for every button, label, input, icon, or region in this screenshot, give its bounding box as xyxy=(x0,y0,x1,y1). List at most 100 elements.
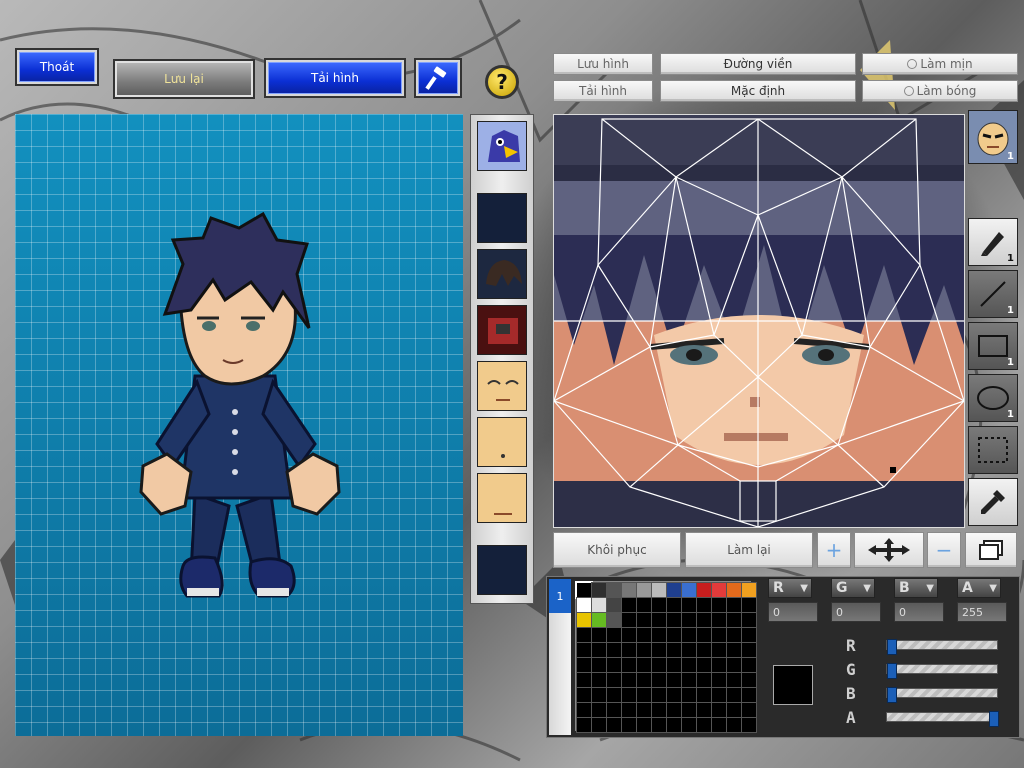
palette-swatch[interactable] xyxy=(606,612,622,628)
palette-swatch[interactable] xyxy=(591,582,607,598)
pen-tool-button[interactable]: 1 xyxy=(968,218,1018,266)
palette-swatch[interactable] xyxy=(576,702,592,718)
palette-swatch[interactable] xyxy=(591,597,607,613)
thumb-outfit[interactable] xyxy=(477,305,527,355)
thumb-face-2[interactable] xyxy=(477,417,527,467)
palette-swatch[interactable] xyxy=(591,687,607,703)
window-button[interactable] xyxy=(965,532,1017,568)
palette-swatch[interactable] xyxy=(636,642,652,658)
palette-swatch[interactable] xyxy=(681,627,697,643)
palette-swatch[interactable] xyxy=(636,672,652,688)
character-preview-canvas[interactable] xyxy=(15,114,463,736)
palette-swatch[interactable] xyxy=(576,687,592,703)
palette-swatch[interactable] xyxy=(651,612,667,628)
palette-swatch[interactable] xyxy=(711,687,727,703)
palette-swatch[interactable] xyxy=(696,657,712,673)
palette-swatch[interactable] xyxy=(576,597,592,613)
thumb-face-3[interactable] xyxy=(477,473,527,523)
palette-swatch[interactable] xyxy=(741,657,757,673)
palette-swatch[interactable] xyxy=(621,687,637,703)
slider-a[interactable] xyxy=(886,711,999,727)
default-button[interactable]: Mặc định xyxy=(660,80,856,102)
palette-swatch[interactable] xyxy=(591,717,607,733)
palette-swatch[interactable] xyxy=(591,627,607,643)
palette-swatch[interactable] xyxy=(666,612,682,628)
palette-swatch[interactable] xyxy=(576,657,592,673)
palette-swatch[interactable] xyxy=(666,702,682,718)
palette-swatch[interactable] xyxy=(741,642,757,658)
load-image-button[interactable]: Tải hình xyxy=(264,58,406,98)
palette-swatch[interactable] xyxy=(681,597,697,613)
redo-button[interactable]: Làm lại xyxy=(685,532,813,568)
thumb-avatar[interactable] xyxy=(477,121,527,171)
outline-button[interactable]: Đường viền xyxy=(660,53,856,75)
palette-swatch[interactable] xyxy=(651,672,667,688)
texture-tab-face[interactable]: 1 xyxy=(968,110,1018,164)
palette-swatch[interactable] xyxy=(681,717,697,733)
slider-b-thumb[interactable] xyxy=(887,687,897,703)
slider-g-thumb[interactable] xyxy=(887,663,897,679)
palette-swatch[interactable] xyxy=(666,642,682,658)
palette-swatch[interactable] xyxy=(621,612,637,628)
palette-swatch[interactable] xyxy=(621,642,637,658)
palette-swatch[interactable] xyxy=(606,582,622,598)
palette-swatch[interactable] xyxy=(606,687,622,703)
palette-swatch[interactable] xyxy=(576,672,592,688)
ellipse-tool-button[interactable]: 1 xyxy=(968,374,1018,422)
palette-swatch[interactable] xyxy=(711,597,727,613)
palette-swatch[interactable] xyxy=(741,687,757,703)
zoom-in-button[interactable]: + xyxy=(817,532,851,568)
palette-swatch[interactable] xyxy=(726,627,742,643)
palette-swatch[interactable] xyxy=(576,717,592,733)
channel-a-header[interactable]: A ▼ xyxy=(957,578,1001,598)
channel-g-value[interactable]: 0 xyxy=(831,602,881,622)
palette-swatch[interactable] xyxy=(606,702,622,718)
rectangle-tool-button[interactable]: 1 xyxy=(968,322,1018,370)
palette-swatch[interactable] xyxy=(651,627,667,643)
palette-swatch[interactable] xyxy=(711,642,727,658)
palette-swatch[interactable] xyxy=(726,687,742,703)
thumb-hair[interactable] xyxy=(477,249,527,299)
shade-option[interactable]: Làm bóng xyxy=(862,80,1018,102)
channel-b-header[interactable]: B ▼ xyxy=(894,578,938,598)
channel-b-value[interactable]: 0 xyxy=(894,602,944,622)
palette-swatch[interactable] xyxy=(621,597,637,613)
palette-swatch[interactable] xyxy=(591,657,607,673)
palette-swatch[interactable] xyxy=(696,627,712,643)
restore-button[interactable]: Khôi phục xyxy=(553,532,681,568)
palette-swatch[interactable] xyxy=(681,657,697,673)
palette-swatch[interactable] xyxy=(711,702,727,718)
save-image-button[interactable]: Lưu hình xyxy=(553,53,653,75)
palette-swatch[interactable] xyxy=(575,581,593,599)
palette-swatch[interactable] xyxy=(726,702,742,718)
palette-swatch[interactable] xyxy=(711,582,727,598)
palette-swatch[interactable] xyxy=(681,672,697,688)
palette-swatch[interactable] xyxy=(621,582,637,598)
pan-button[interactable] xyxy=(854,532,924,568)
palette-swatch[interactable] xyxy=(726,717,742,733)
palette-swatch[interactable] xyxy=(666,717,682,733)
palette-swatch[interactable] xyxy=(696,672,712,688)
palette-swatch[interactable] xyxy=(681,612,697,628)
palette-swatch[interactable] xyxy=(666,597,682,613)
palette-swatch[interactable] xyxy=(726,672,742,688)
palette-swatch[interactable] xyxy=(651,597,667,613)
palette-swatch[interactable] xyxy=(726,642,742,658)
slider-b[interactable] xyxy=(886,687,998,703)
palette-swatch[interactable] xyxy=(651,642,667,658)
palette-swatch[interactable] xyxy=(651,702,667,718)
palette-swatch[interactable] xyxy=(606,657,622,673)
palette-swatch[interactable] xyxy=(636,597,652,613)
palette-swatch[interactable] xyxy=(576,612,592,628)
palette-swatch[interactable] xyxy=(591,702,607,718)
palette-swatch[interactable] xyxy=(606,672,622,688)
channel-r-header[interactable]: R ▼ xyxy=(768,578,812,598)
palette-swatch-grid[interactable] xyxy=(575,581,757,733)
palette-swatch[interactable] xyxy=(636,717,652,733)
palette-swatch[interactable] xyxy=(636,702,652,718)
palette-swatch[interactable] xyxy=(666,672,682,688)
palette-swatch[interactable] xyxy=(696,687,712,703)
zoom-out-button[interactable]: − xyxy=(927,532,961,568)
palette-swatch[interactable] xyxy=(696,642,712,658)
slider-a-thumb[interactable] xyxy=(989,711,999,727)
